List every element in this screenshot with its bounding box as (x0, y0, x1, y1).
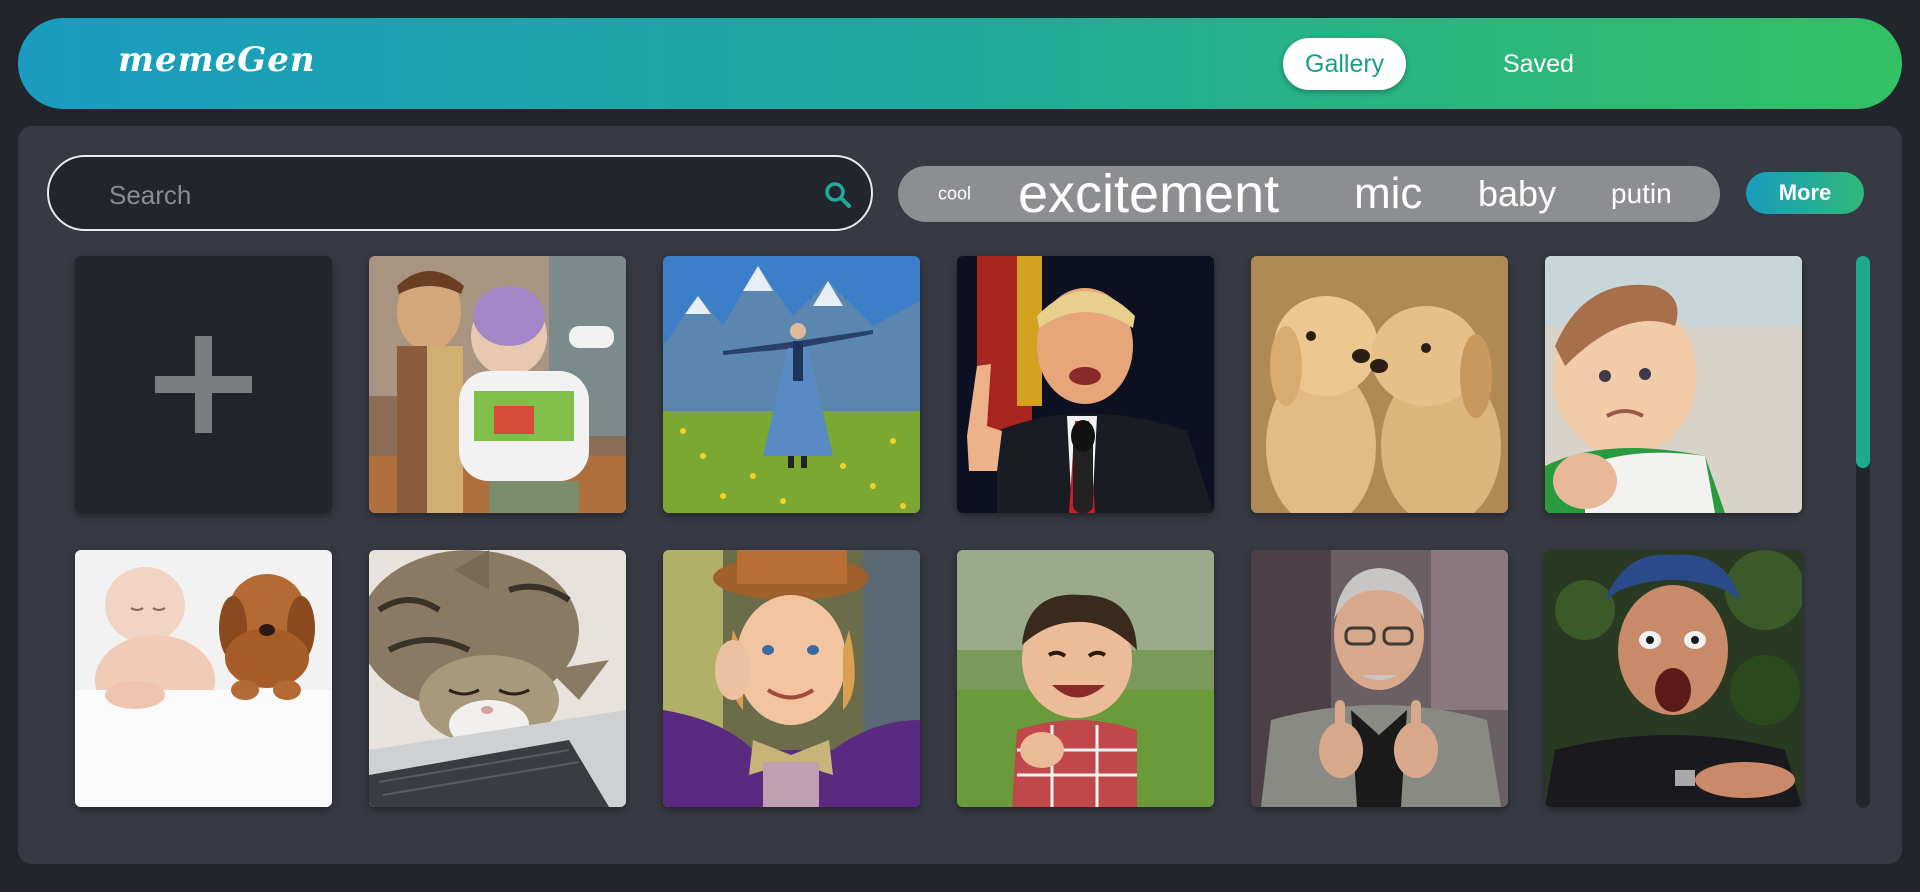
tag-excitement[interactable]: excitement (1018, 163, 1279, 225)
meme-tile-evil-toddler[interactable] (957, 550, 1214, 807)
search-bar (47, 155, 873, 231)
meme-tile-puppies[interactable] (1251, 256, 1508, 513)
tag-mic[interactable]: mic (1354, 169, 1422, 219)
pointing-man-image (1251, 550, 1508, 807)
scrollbar-thumb[interactable] (1856, 256, 1870, 468)
meme-tile-condescending-wonka[interactable] (663, 550, 920, 807)
meme-tile-sleeping-cat-laptop[interactable] (369, 550, 626, 807)
meme-tile-pointing-man[interactable] (1251, 550, 1508, 807)
evil-toddler-image (957, 550, 1214, 807)
meme-tile-toy-story[interactable] (369, 256, 626, 513)
app-header: memeGen Gallery Saved (18, 18, 1902, 109)
condescending-wonka-image (663, 550, 920, 807)
baby-and-puppy-image (75, 550, 332, 807)
tag-putin[interactable]: putin (1611, 178, 1672, 210)
add-meme-tile[interactable] (75, 256, 332, 513)
success-kid-image (1545, 256, 1802, 513)
meme-tile-mountain-meadow[interactable] (663, 256, 920, 513)
meme-tile-shocked-man[interactable] (1545, 550, 1802, 807)
plus-icon (155, 336, 252, 433)
gallery-panel: cool excitement mic baby putin More (18, 126, 1902, 864)
meme-tile-success-kid[interactable] (1545, 256, 1802, 513)
search-input[interactable] (109, 177, 789, 213)
gallery-scrollbar[interactable] (1856, 256, 1870, 808)
sleeping-cat-laptop-image (369, 550, 626, 807)
tag-cool[interactable]: cool (938, 184, 971, 205)
nav-saved-button[interactable]: Saved (1481, 38, 1596, 90)
puppies-image (1251, 256, 1508, 513)
more-tags-button[interactable]: More (1746, 172, 1864, 214)
tag-cloud: cool excitement mic baby putin (898, 163, 1720, 225)
meme-tile-baby-and-puppy[interactable] (75, 550, 332, 807)
toy-story-image (369, 256, 626, 513)
podium-speaker-image (957, 256, 1214, 513)
nav-gallery-button[interactable]: Gallery (1283, 38, 1407, 90)
search-icon[interactable] (823, 180, 853, 210)
meme-tile-podium-speaker[interactable] (957, 256, 1214, 513)
mountain-meadow-image (663, 256, 920, 513)
tag-baby[interactable]: baby (1478, 173, 1556, 215)
shocked-man-image (1545, 550, 1802, 807)
app-logo[interactable]: memeGen (118, 40, 316, 80)
